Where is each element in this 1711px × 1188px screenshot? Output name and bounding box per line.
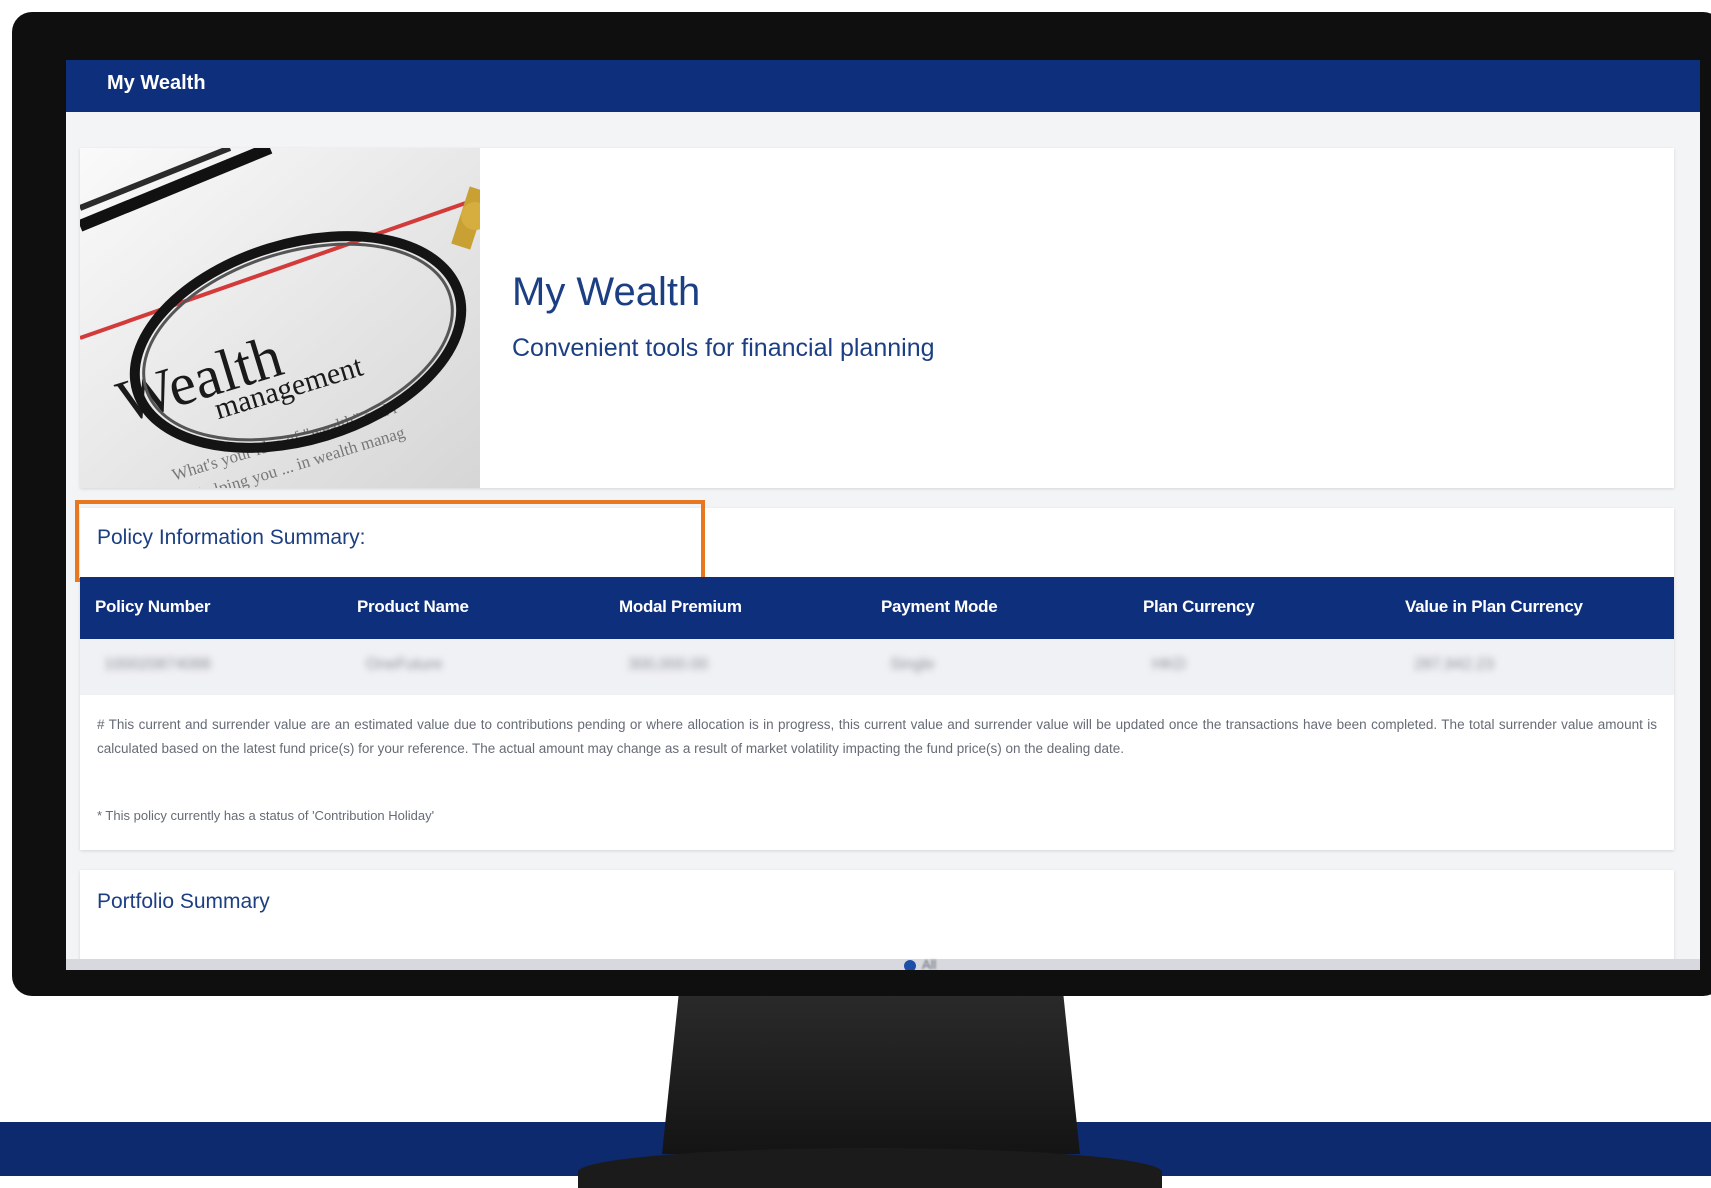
top-bar: My Wealth (66, 60, 1700, 112)
column-header-policy-number: Policy Number (95, 597, 211, 616)
cell-policy-number[interactable]: 100020874088 (104, 656, 211, 674)
cell-product-name: OneFuture (366, 656, 443, 673)
portfolio-summary-card: Portfolio Summary (80, 870, 1674, 970)
cell-modal-premium: 300,000.00 (628, 656, 709, 673)
column-header-payment-mode: Payment Mode (881, 597, 998, 616)
column-header-modal-premium: Modal Premium (619, 597, 742, 616)
cell-payment-mode: Single (890, 656, 935, 673)
portfolio-summary-title: Portfolio Summary (97, 890, 270, 913)
hero-subtitle: Convenient tools for financial planning (512, 334, 935, 362)
hero-banner: Wealth management What's your idea of "w… (80, 148, 1674, 488)
wealth-management-image: Wealth management What's your idea of "w… (80, 148, 480, 488)
column-header-product-name: Product Name (357, 597, 469, 616)
monitor-stand-base (578, 1148, 1162, 1188)
status-footnote: * This policy currently has a status of … (97, 808, 435, 823)
legend-dot-icon[interactable] (904, 960, 916, 970)
portfolio-chart-strip (66, 959, 1700, 970)
cell-value-in-plan-currency: 287,942.23 (1414, 656, 1495, 673)
screen: My Wealth Wealth management What's your … (66, 60, 1700, 970)
policy-table-header: Policy Number Product Name Modal Premium… (80, 577, 1674, 639)
policy-summary-title: Policy Information Summary: (97, 526, 366, 549)
policy-summary-card: Policy Information Summary: Policy Numbe… (75, 500, 1674, 850)
legend-label-all[interactable]: All (922, 957, 936, 970)
column-header-value-in-plan-currency: Value in Plan Currency (1405, 597, 1583, 616)
magnifying-glass-illustration: Wealth management What's your idea of "w… (80, 148, 480, 488)
monitor-frame: My Wealth Wealth management What's your … (12, 12, 1711, 996)
monitor-stand (662, 994, 1080, 1154)
estimate-disclaimer: # This current and surrender value are a… (97, 717, 1657, 756)
hero-title: My Wealth (512, 270, 701, 314)
table-row[interactable]: 100020874088 OneFuture 300,000.00 Single… (80, 639, 1674, 695)
topbar-title: My Wealth (107, 72, 206, 94)
cell-plan-currency: HKD (1152, 656, 1186, 673)
column-header-plan-currency: Plan Currency (1143, 597, 1255, 616)
